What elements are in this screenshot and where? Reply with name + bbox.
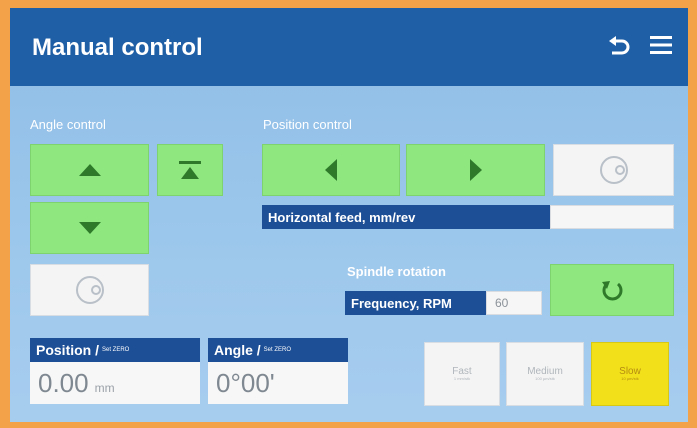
- spindle-rotation-label: Spindle rotation: [347, 264, 446, 279]
- speed-slow-sub: 10 µm/stk: [621, 376, 639, 382]
- arrow-up-icon: [78, 164, 101, 176]
- position-set-zero[interactable]: Set ZERO: [102, 347, 129, 353]
- angle-control-label: Angle control: [30, 117, 106, 132]
- arrow-right-icon: [469, 159, 482, 181]
- angle-readout: 0°00': [208, 362, 348, 404]
- speed-medium-button[interactable]: Medium 100 µm/stk: [506, 342, 584, 406]
- position-stop-button[interactable]: [553, 144, 674, 196]
- speed-fast-sub: 1 mm/stk: [453, 376, 471, 382]
- speed-medium-sub: 100 µm/stk: [535, 376, 555, 382]
- to-top-icon: [179, 161, 201, 179]
- angle-up-button[interactable]: [30, 144, 149, 196]
- undo-icon[interactable]: [602, 28, 636, 62]
- knob-icon: [599, 156, 628, 184]
- hamburger-menu-icon[interactable]: [644, 28, 678, 62]
- frequency-label: Frequency, RPM: [345, 291, 486, 315]
- position-unit: mm: [94, 381, 115, 395]
- arrow-left-icon: [325, 159, 337, 181]
- title-bar: Manual control: [10, 8, 688, 86]
- angle-value: 0°00': [216, 368, 275, 398]
- position-label-text: Position /: [36, 342, 99, 358]
- angle-top-button[interactable]: [157, 144, 223, 196]
- move-right-button[interactable]: [406, 144, 545, 196]
- angle-stop-button[interactable]: [30, 264, 149, 316]
- speed-slow-button[interactable]: Slow 10 µm/stk: [591, 342, 669, 406]
- spindle-rotate-button[interactable]: [550, 264, 674, 316]
- angle-set-zero[interactable]: Set ZERO: [264, 347, 291, 353]
- angle-readout-label: Angle / Set ZERO: [208, 338, 348, 362]
- angle-label-text: Angle /: [214, 342, 261, 358]
- position-readout: 0.00 mm: [30, 362, 200, 404]
- knob-icon: [75, 276, 104, 304]
- angle-down-button[interactable]: [30, 202, 149, 254]
- position-value: 0.00: [38, 368, 89, 398]
- arrow-down-icon: [78, 222, 101, 234]
- rotate-icon: [602, 281, 623, 301]
- horizontal-feed-field[interactable]: [550, 205, 674, 229]
- frequency-field[interactable]: 60: [486, 291, 542, 315]
- move-left-button[interactable]: [262, 144, 400, 196]
- touch-screen: Manual control Angle control Position co…: [10, 8, 688, 422]
- position-readout-label: Position / Set ZERO: [30, 338, 200, 362]
- horizontal-feed-label: Horizontal feed, mm/rev: [262, 205, 550, 229]
- page-title: Manual control: [32, 34, 203, 61]
- speed-fast-button[interactable]: Fast 1 mm/stk: [424, 342, 500, 406]
- position-control-label: Position control: [263, 117, 352, 132]
